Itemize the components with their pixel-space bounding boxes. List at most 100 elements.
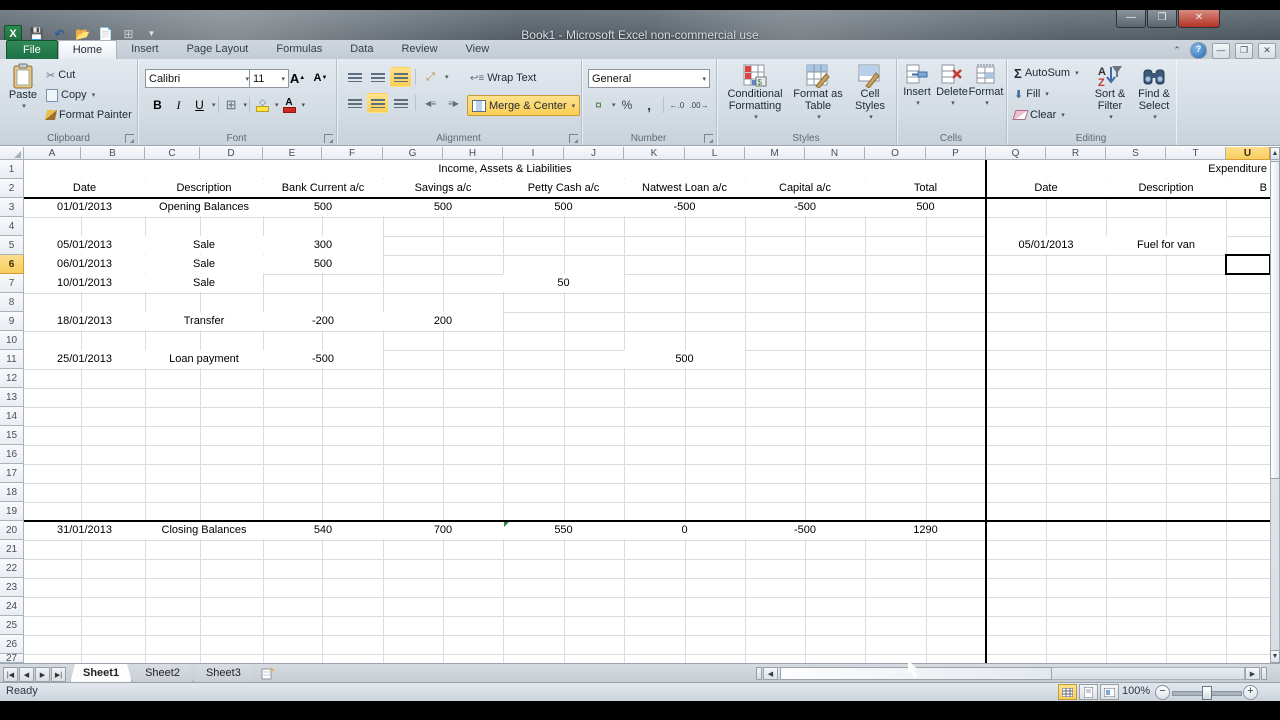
cell-O20[interactable]: 1290 (865, 521, 986, 539)
align-center-icon[interactable] (367, 93, 388, 113)
column-header-H[interactable]: H (443, 147, 503, 160)
cell-E11[interactable]: -500 (263, 350, 383, 368)
align-bottom-icon[interactable] (390, 67, 411, 87)
scroll-down-icon[interactable]: ▼ (1270, 650, 1280, 663)
underline-dropdown-icon[interactable]: ▾ (212, 101, 216, 109)
cell-I2[interactable]: Petty Cash a/c (503, 179, 624, 197)
zoom-in-icon[interactable]: + (1243, 685, 1258, 700)
row-header-26[interactable]: 26 (0, 635, 24, 654)
cell-A3[interactable]: 01/01/2013 (24, 198, 145, 216)
font-dialog-launcher-icon[interactable] (324, 134, 333, 143)
column-header-U[interactable]: U (1226, 147, 1270, 160)
number-format-combo[interactable]: General ▾ (588, 69, 710, 88)
cell-S5[interactable]: Fuel for van (1106, 236, 1226, 254)
clipboard-dialog-launcher-icon[interactable] (125, 134, 134, 143)
scroll-up-icon[interactable]: ▲ (1270, 147, 1280, 160)
sheet-tab-sheet2[interactable]: Sheet2 (132, 664, 193, 683)
format-dropdown-icon[interactable]: ▾ (985, 98, 989, 110)
vertical-scroll-thumb[interactable] (1270, 161, 1280, 479)
cell-A5[interactable]: 05/01/2013 (24, 236, 145, 254)
row-header-6[interactable]: 6 (0, 255, 24, 274)
row-header-11[interactable]: 11 (0, 350, 24, 369)
scroll-left-icon[interactable]: ◀ (763, 667, 778, 680)
row-header-2[interactable]: 2 (0, 179, 24, 198)
zoom-out-icon[interactable]: − (1155, 685, 1170, 700)
fill-button[interactable]: ⬇ Fill ▾ (1012, 84, 1051, 104)
font-size-combo[interactable]: 11 ▾ (249, 69, 289, 88)
decrease-font-icon[interactable]: A ▼ (310, 68, 331, 88)
insert-dropdown-icon[interactable]: ▾ (916, 98, 920, 110)
row-header-4[interactable]: 4 (0, 217, 24, 236)
cell-C7[interactable]: Sale (145, 274, 263, 292)
sheet-tab-sheet3[interactable]: Sheet3 (193, 664, 254, 683)
column-header-N[interactable]: N (805, 147, 865, 160)
font-size-dropdown-icon[interactable]: ▾ (281, 75, 285, 83)
paste-button[interactable]: Paste ▾ (5, 63, 41, 113)
increase-font-icon[interactable]: A ▲ (287, 68, 308, 88)
copy-button[interactable]: Copy ▾ (44, 85, 134, 105)
row-header-7[interactable]: 7 (0, 274, 24, 293)
tab-formulas[interactable]: Formulas (262, 40, 336, 58)
autosum-dropdown-icon[interactable]: ▾ (1075, 69, 1079, 77)
decrease-indent-icon[interactable]: ◀≡ (420, 93, 441, 113)
row-header-16[interactable]: 16 (0, 445, 24, 464)
cell-C2[interactable]: Description (145, 179, 263, 197)
orientation-dropdown-icon[interactable]: ▾ (445, 73, 449, 81)
cell-K2[interactable]: Natwest Loan a/c (624, 179, 745, 197)
merge-center-button[interactable]: Merge & Center ▾ (467, 95, 581, 116)
tab-review[interactable]: Review (387, 40, 451, 58)
cell-A2[interactable]: Date (24, 179, 145, 197)
row-header-24[interactable]: 24 (0, 597, 24, 616)
clear-dropdown-icon[interactable]: ▾ (1061, 111, 1065, 119)
tab-insert[interactable]: Insert (117, 40, 173, 58)
column-header-K[interactable]: K (624, 147, 685, 160)
row-header-3[interactable]: 3 (0, 198, 24, 217)
cell-A6[interactable]: 06/01/2013 (24, 255, 145, 273)
align-left-icon[interactable] (344, 93, 365, 113)
cell-A7[interactable]: 10/01/2013 (24, 274, 145, 292)
row-header-18[interactable]: 18 (0, 483, 24, 502)
column-header-S[interactable]: S (1106, 147, 1166, 160)
column-header-A[interactable]: A (24, 147, 81, 160)
font-color-dropdown-icon[interactable]: ▾ (302, 101, 306, 109)
row-header-22[interactable]: 22 (0, 559, 24, 578)
format-painter-button[interactable]: Format Painter (44, 105, 134, 125)
cut-button[interactable]: ✂ Cut (44, 65, 134, 85)
workbook-close-button[interactable]: ✕ (1258, 42, 1276, 59)
row-header-15[interactable]: 15 (0, 426, 24, 445)
row-header-25[interactable]: 25 (0, 616, 24, 635)
restore-button[interactable]: ❐ (1147, 10, 1177, 28)
cell-M3[interactable]: -500 (745, 198, 865, 216)
row-header-21[interactable]: 21 (0, 540, 24, 559)
font-name-combo[interactable]: Calibri ▾ (145, 69, 253, 88)
cell-M2[interactable]: Capital a/c (745, 179, 865, 197)
cell-S2[interactable]: Description (1106, 179, 1226, 197)
align-top-icon[interactable] (344, 67, 365, 87)
accounting-format-icon[interactable]: ¤ (588, 95, 609, 115)
next-sheet-icon[interactable]: ▶ (35, 667, 50, 682)
row-header-19[interactable]: 19 (0, 502, 24, 521)
cell-A20[interactable]: 31/01/2013 (24, 521, 145, 539)
format-cells-button[interactable]: Format ▾ (969, 64, 1003, 110)
page-break-view-icon[interactable] (1100, 684, 1119, 700)
insert-worksheet-icon[interactable] (258, 667, 278, 680)
paste-dropdown-icon[interactable]: ▾ (22, 101, 26, 113)
alignment-dialog-launcher-icon[interactable] (569, 134, 578, 143)
column-header-L[interactable]: L (685, 147, 745, 160)
cell-C3[interactable]: Opening Balances (145, 198, 263, 216)
fill-color-icon[interactable]: ◇ (252, 95, 273, 115)
find-select-dropdown-icon[interactable]: ▾ (1153, 112, 1157, 124)
row-header-27[interactable]: 27 (0, 653, 24, 664)
sort-filter-button[interactable]: AZ Sort & Filter ▾ (1090, 64, 1130, 124)
column-header-P[interactable]: P (926, 147, 986, 160)
sort-filter-dropdown-icon[interactable]: ▾ (1109, 112, 1113, 124)
active-cell-selection[interactable] (1225, 254, 1271, 275)
cell-I7[interactable]: 50 (503, 274, 624, 292)
row-header-17[interactable]: 17 (0, 464, 24, 483)
insert-cells-button[interactable]: Insert ▾ (901, 64, 933, 110)
column-header-C[interactable]: C (145, 147, 200, 160)
row-header-14[interactable]: 14 (0, 407, 24, 426)
orientation-icon[interactable]: ⤢ (420, 67, 441, 87)
workbook-minimize-button[interactable]: — (1212, 42, 1230, 59)
column-header-M[interactable]: M (745, 147, 805, 160)
